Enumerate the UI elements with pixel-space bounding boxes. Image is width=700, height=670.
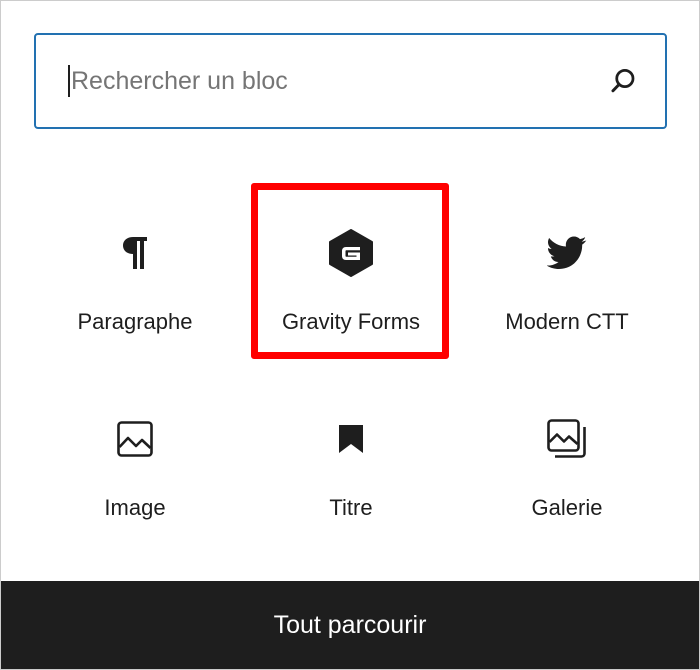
- bookmark-icon: [243, 419, 459, 459]
- block-item-image[interactable]: Image: [27, 375, 243, 547]
- block-inserter-popover: Paragraphe Gravity Forms Modern CTT: [0, 0, 700, 670]
- block-label: Image: [104, 495, 166, 520]
- block-label: Galerie: [531, 495, 603, 520]
- block-item-paragraph[interactable]: Paragraphe: [27, 189, 243, 361]
- block-label: Modern CTT: [505, 309, 629, 334]
- image-icon: [27, 419, 243, 459]
- paragraph-icon: [27, 233, 243, 273]
- block-label: Titre: [329, 495, 373, 520]
- block-item-modern-ctt[interactable]: Modern CTT: [459, 189, 675, 361]
- block-item-title[interactable]: Titre: [243, 375, 459, 547]
- search-icon[interactable]: [607, 65, 639, 97]
- text-caret: [68, 65, 70, 97]
- browse-all-button[interactable]: Tout parcourir: [1, 581, 699, 669]
- block-label: Paragraphe: [77, 309, 193, 334]
- search-box[interactable]: [34, 33, 667, 129]
- browse-all-label: Tout parcourir: [273, 610, 427, 639]
- block-item-gravity-forms[interactable]: Gravity Forms: [243, 189, 459, 361]
- gravity-forms-icon: [243, 229, 459, 277]
- block-label: Gravity Forms: [281, 309, 421, 334]
- block-item-gallery[interactable]: Galerie: [459, 375, 675, 547]
- gallery-icon: [459, 419, 675, 459]
- twitter-bird-icon: [459, 233, 675, 273]
- search-input[interactable]: [71, 61, 607, 101]
